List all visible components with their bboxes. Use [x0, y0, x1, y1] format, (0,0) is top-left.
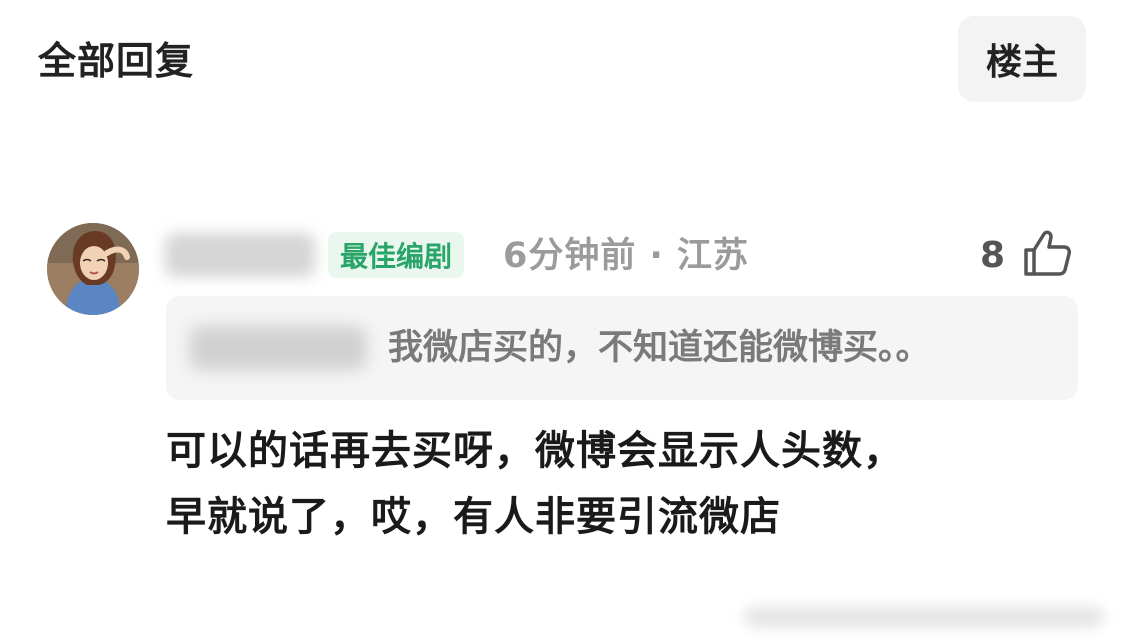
footer-redacted	[730, 598, 1120, 638]
username-redacted[interactable]	[155, 215, 325, 299]
reply-body: 可以的话再去买呀，微博会显示人头数， 早就说了，哎，有人非要引流微店	[166, 418, 1066, 550]
reply-line: 可以的话再去买呀，微博会显示人头数，	[166, 428, 904, 474]
page-title: 全部回复	[38, 39, 195, 83]
reply-line: 早就说了，哎，有人非要引流微店	[166, 494, 781, 540]
avatar-image	[47, 223, 139, 315]
best-badge: 最佳编剧	[328, 232, 465, 278]
avatar[interactable]	[47, 223, 139, 315]
thumbs-up-icon[interactable]	[1020, 226, 1074, 280]
quoted-text: 我微店买的，不知道还能微博买。。	[388, 328, 931, 368]
like-count: 8	[980, 235, 1006, 276]
reply-page: 全部回复 楼主 最佳编剧 6分钟前 · 江苏 8 我微店买的，不知道还能微博买。…	[0, 0, 1124, 643]
op-filter-button[interactable]: 楼主	[958, 16, 1086, 102]
quoted-comment[interactable]: 我微店买的，不知道还能微博买。。	[166, 296, 1078, 400]
quoted-username-redacted	[178, 312, 378, 386]
comment-meta: 6分钟前 · 江苏	[503, 236, 750, 276]
